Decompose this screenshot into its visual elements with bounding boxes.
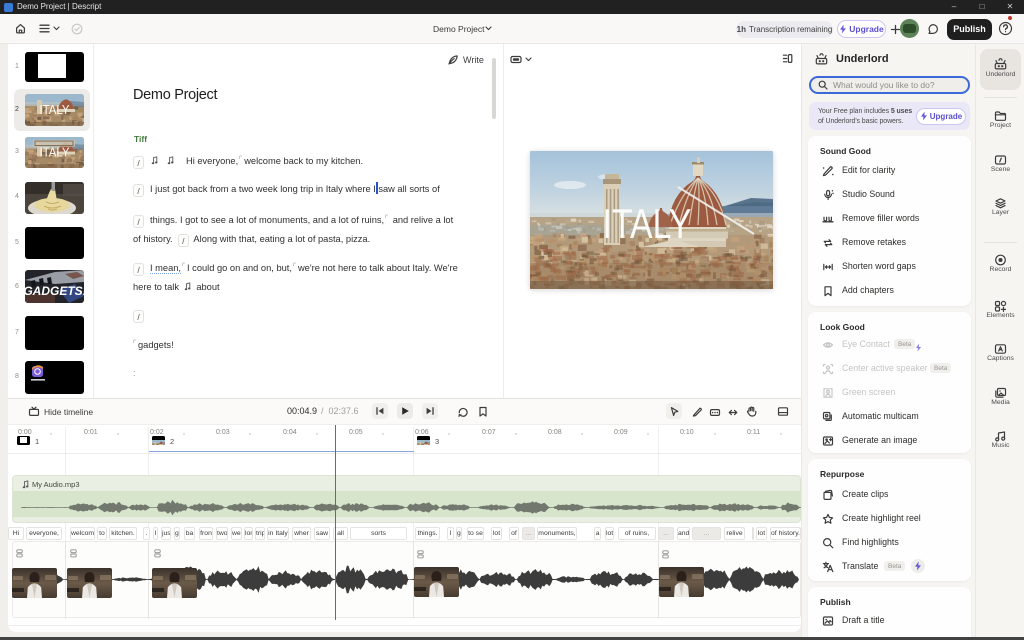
svg-text:ITALY: ITALY xyxy=(602,200,691,247)
svg-text:ITALY: ITALY xyxy=(40,102,70,117)
svg-text:GADGETS!: GADGETS! xyxy=(25,284,84,298)
svg-text:ITALY: ITALY xyxy=(40,145,70,160)
